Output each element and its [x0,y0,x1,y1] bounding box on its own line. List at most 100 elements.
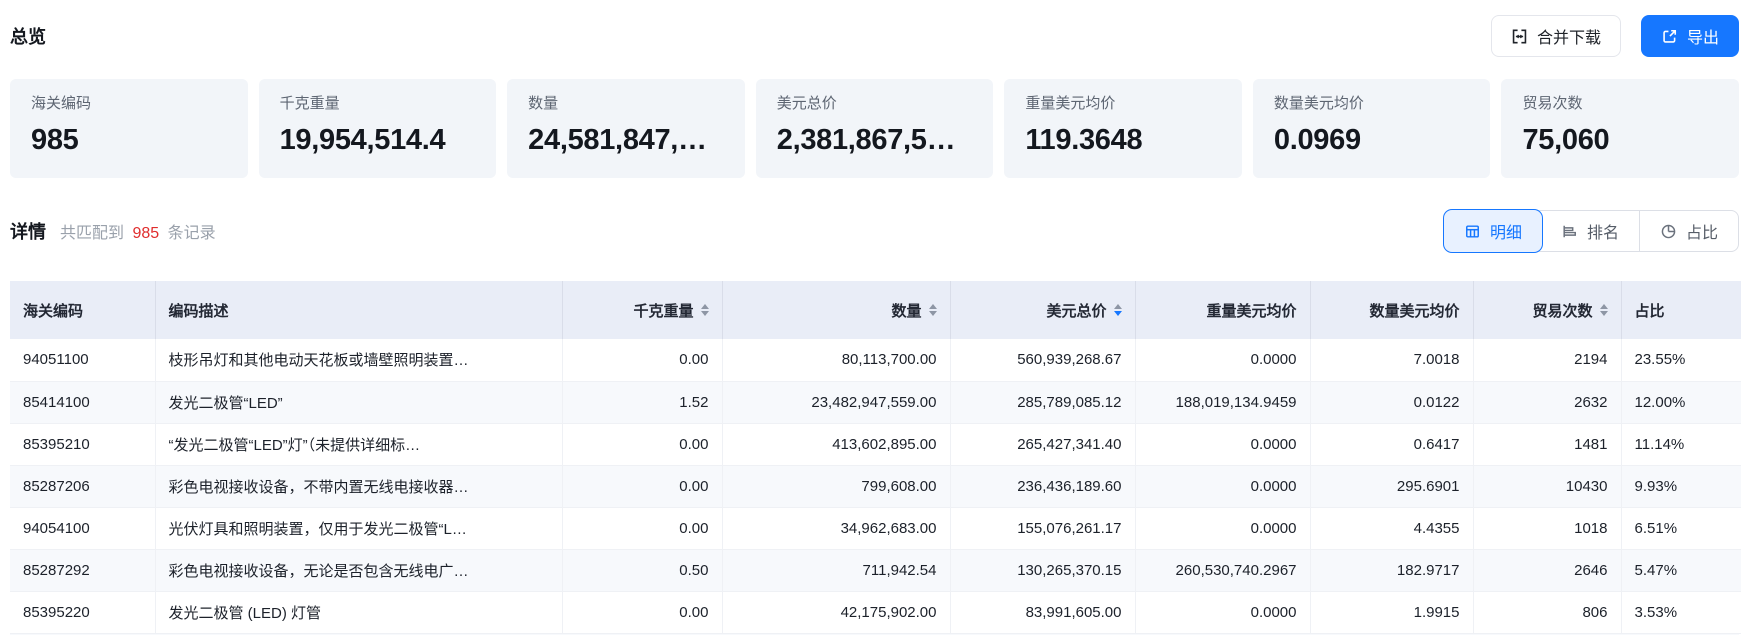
cell-share: 12.00% [1621,381,1741,423]
summary-card-4: 美元总价 2,381,867,5… [756,79,994,178]
view-tab-label: 排名 [1587,219,1619,243]
sort-caret-down-icon [929,311,937,316]
column-header-inner: 数量美元均价 [1324,300,1460,321]
column-label: 重量美元均价 [1206,300,1296,321]
cell-weight-kg: 0.00 [562,591,722,633]
cell-weight-kg: 0.00 [562,507,722,549]
column-header-share: 占比 [1621,281,1741,339]
table-row: 85395210“发光二极管“LED”灯”（未提供详细标…0.00413,602… [10,423,1741,465]
sort-control-usd-total[interactable] [1114,304,1122,316]
summary-card-label: 数量 [528,96,724,111]
column-label: 占比 [1635,300,1665,321]
rank-icon [1561,223,1578,240]
cell-weight-kg: 0.00 [562,339,722,381]
cell-share: 23.55% [1621,339,1741,381]
export-icon [1661,28,1678,45]
cell-usd-per-kg: 0.0000 [1135,591,1310,633]
cell-usd-total: 83,991,605.00 [950,591,1135,633]
cell-hs-code: 85287206 [10,465,155,507]
cell-quantity: 413,602,895.00 [722,423,950,465]
cell-quantity: 711,942.54 [722,549,950,591]
view-tab-detail[interactable]: 明细 [1444,210,1542,252]
cell-quantity: 80,113,700.00 [722,339,950,381]
cell-usd-per-kg: 0.0000 [1135,507,1310,549]
cell-share: 6.51% [1621,507,1741,549]
cell-description: “发光二极管“LED”灯”（未提供详细标… [155,423,562,465]
summary-card-label: 千克重量 [280,96,476,111]
sort-caret-down-icon [1114,311,1122,316]
cell-description: 光伏灯具和照明装置，仅用于发光二极管“L… [155,507,562,549]
column-header-quantity[interactable]: 数量 [722,281,950,339]
cell-usd-per-unit: 182.9717 [1310,549,1473,591]
column-header-inner: 海关编码 [23,300,142,321]
column-header-usd-total[interactable]: 美元总价 [950,281,1135,339]
cell-usd-total: 155,076,261.17 [950,507,1135,549]
table-row: 85395220发光二极管 (LED) 灯管0.0042,175,902.008… [10,591,1741,633]
cell-description: 枝形吊灯和其他电动天花板或墙壁照明装置… [155,339,562,381]
table-row: 85287206彩色电视接收设备，不带内置无线电接收器…0.00799,608.… [10,465,1741,507]
page: 总览 合并下载 [0,0,1751,635]
details-bar: 详情 共匹配到 985 条记录 明细排名占比 [10,210,1739,252]
page-title: 总览 [10,23,46,49]
cell-usd-per-kg: 188,019,134.9459 [1135,381,1310,423]
records-table: 海关编码 编码描述 千克重量数量 美元总价 重量美元均价 数量美元均价贸易次数占比 940… [10,281,1741,634]
cell-hs-code: 94051100 [10,339,155,381]
top-actions: 合并下载 导出 [1491,15,1739,57]
cell-usd-per-unit: 1.9915 [1310,591,1473,633]
table-row: 85414100发光二极管“LED”1.5223,482,947,559.002… [10,381,1741,423]
merge-download-button[interactable]: 合并下载 [1491,15,1621,57]
cell-description: 发光二极管“LED” [155,381,562,423]
cell-usd-total: 130,265,370.15 [950,549,1135,591]
cell-hs-code: 85395220 [10,591,155,633]
cell-usd-per-kg: 0.0000 [1135,423,1310,465]
column-label: 编码描述 [169,300,229,321]
summary-card-3: 数量24,581,847,… [507,79,745,178]
sort-caret-up-icon [701,304,709,309]
pie-icon [1660,223,1677,240]
cell-trade-count: 10430 [1473,465,1621,507]
sort-control-weight-kg[interactable] [701,304,709,316]
sort-control-trade-count[interactable] [1600,304,1608,316]
column-header-inner: 美元总价 [964,300,1122,321]
column-header-usd-per-unit: 数量美元均价 [1310,281,1473,339]
cell-usd-total: 560,939,268.67 [950,339,1135,381]
sort-caret-up-icon [1114,304,1122,309]
column-header-weight-kg[interactable]: 千克重量 [562,281,722,339]
sort-control-quantity[interactable] [929,304,937,316]
cell-description: 彩色电视接收设备，无论是否包含无线电广… [155,549,562,591]
cell-weight-kg: 0.00 [562,465,722,507]
summary-card-2: 千克重量19,954,514.4 [259,79,497,178]
column-header-inner: 数量 [736,300,937,321]
view-tab-share[interactable]: 占比 [1639,211,1738,251]
cell-usd-total: 265,427,341.40 [950,423,1135,465]
match-suffix: 条记录 [168,225,216,242]
summary-card-value: 75,060 [1522,124,1718,157]
sort-caret-down-icon [701,311,709,316]
view-tab-label: 占比 [1686,219,1718,243]
view-tab-rank[interactable]: 排名 [1541,211,1639,251]
cell-usd-per-unit: 4.4355 [1310,507,1473,549]
column-label: 数量美元均价 [1369,300,1459,321]
summary-card-label: 美元总价 [777,96,973,111]
column-header-inner: 占比 [1635,300,1729,321]
export-button[interactable]: 导出 [1641,15,1739,57]
cell-usd-per-unit: 0.0122 [1310,381,1473,423]
summary-card-label: 海关编码 [31,96,227,111]
cell-quantity: 42,175,902.00 [722,591,950,633]
cell-trade-count: 2194 [1473,339,1621,381]
cell-share: 5.47% [1621,549,1741,591]
match-count: 985 [128,225,163,242]
cell-quantity: 799,608.00 [722,465,950,507]
cell-usd-per-kg: 0.0000 [1135,339,1310,381]
cell-weight-kg: 0.00 [562,423,722,465]
summary-card-5: 重量美元均价119.3648 [1004,79,1242,178]
cell-trade-count: 1481 [1473,423,1621,465]
cell-trade-count: 806 [1473,591,1621,633]
summary-card-1: 海关编码985 [10,79,248,178]
column-header-trade-count[interactable]: 贸易次数 [1473,281,1621,339]
sort-caret-up-icon [929,304,937,309]
summary-card-value: 2,381,867,5… [777,124,973,157]
cell-trade-count: 2632 [1473,381,1621,423]
sort-caret-down-icon [1600,311,1608,316]
cell-usd-total: 285,789,085.12 [950,381,1135,423]
